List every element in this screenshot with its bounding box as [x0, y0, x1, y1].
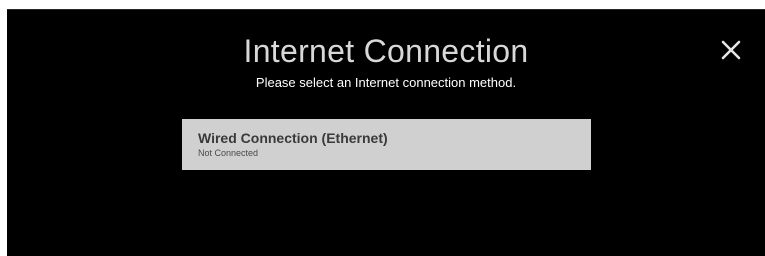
- dialog-subtitle: Please select an Internet connection met…: [255, 75, 517, 90]
- close-button[interactable]: [719, 38, 743, 62]
- close-icon: [721, 40, 741, 60]
- wired-connection-option[interactable]: Wired Connection (Ethernet) Not Connecte…: [182, 119, 591, 170]
- internet-connection-dialog: Internet Connection Please select an Int…: [7, 9, 765, 256]
- option-status: Not Connected: [198, 148, 259, 158]
- dialog-title: Internet Connection: [243, 33, 529, 69]
- option-label: Wired Connection (Ethernet): [198, 130, 388, 146]
